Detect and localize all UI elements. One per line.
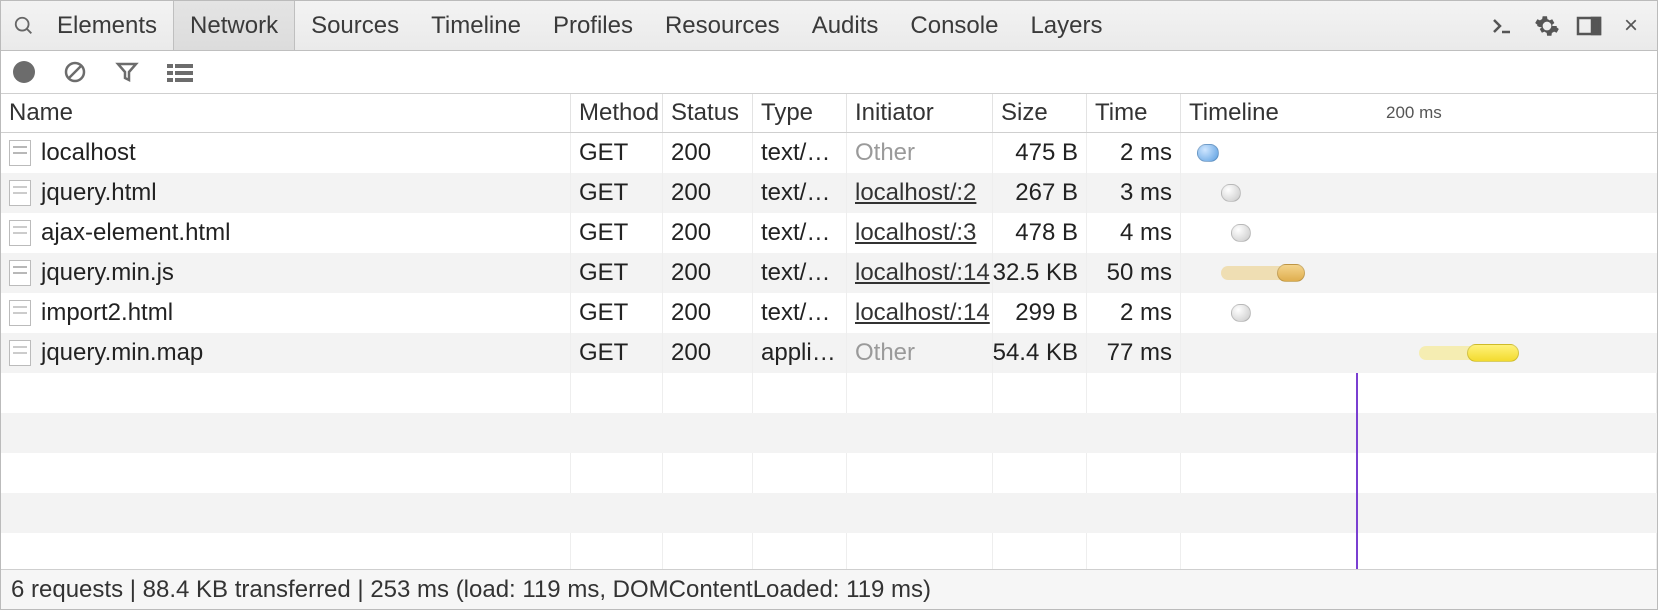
request-initiator[interactable]: localhost/:3 [847,213,993,253]
request-name: localhost [41,139,136,167]
settings-gear-icon[interactable] [1533,12,1561,40]
request-time: 2 ms [1087,133,1181,173]
request-method: GET [571,253,663,293]
request-type: appli… [753,333,847,373]
request-status: 200 [663,253,753,293]
col-time[interactable]: Time [1087,94,1181,132]
col-type[interactable]: Type [753,94,847,132]
request-status: 200 [663,333,753,373]
close-icon[interactable]: × [1617,12,1645,40]
clear-icon[interactable] [63,60,87,84]
request-type: text/… [753,173,847,213]
request-method: GET [571,133,663,173]
tab-network[interactable]: Network [173,1,295,50]
col-initiator[interactable]: Initiator [847,94,993,132]
request-method: GET [571,293,663,333]
tab-profiles[interactable]: Profiles [537,1,649,50]
request-status: 200 [663,213,753,253]
tab-console[interactable]: Console [894,1,1014,50]
tab-elements[interactable]: Elements [41,1,173,50]
record-icon[interactable] [13,61,35,83]
request-size: 54.4 KB [993,333,1087,373]
request-size: 32.5 KB [993,253,1087,293]
request-method: GET [571,213,663,253]
request-status: 200 [663,293,753,333]
request-timeline [1181,253,1657,293]
timeline-tick-label: 200 ms [1386,103,1442,123]
request-timeline [1181,133,1657,173]
col-size[interactable]: Size [993,94,1087,132]
request-initiator[interactable]: localhost/:14 [847,293,993,333]
request-initiator[interactable]: localhost/:2 [847,173,993,213]
request-status: 200 [663,173,753,213]
col-status[interactable]: Status [663,94,753,132]
table-row[interactable]: jquery.min.map GET200appli…Other54.4 KB77… [1,333,1657,373]
request-name: jquery.min.map [41,339,203,367]
tab-audits[interactable]: Audits [796,1,895,50]
request-time: 77 ms [1087,333,1181,373]
request-timeline [1181,293,1657,333]
request-size: 475 B [993,133,1087,173]
table-row[interactable]: import2.html GET200text/…localhost/:14299… [1,293,1657,333]
tab-sources[interactable]: Sources [295,1,415,50]
request-time: 50 ms [1087,253,1181,293]
request-timeline [1181,173,1657,213]
console-drawer-icon[interactable] [1491,12,1519,40]
request-method: GET [571,333,663,373]
col-timeline[interactable]: Timeline 200 ms [1181,94,1657,132]
request-time: 2 ms [1087,293,1181,333]
request-timeline [1181,213,1657,253]
dock-side-icon[interactable] [1575,12,1603,40]
request-initiator: Other [847,133,993,173]
filter-icon[interactable] [115,60,139,84]
table-row[interactable]: localhost GET200text/…Other475 B2 ms [1,133,1657,173]
tab-timeline[interactable]: Timeline [415,1,537,50]
request-name: jquery.html [41,179,157,207]
status-bar: 6 requests | 88.4 KB transferred | 253 m… [1,569,1657,609]
request-name: import2.html [41,299,173,327]
table-row[interactable]: jquery.html GET200text/…localhost/:2267 B… [1,173,1657,213]
network-toolbar [1,51,1657,93]
tab-layers[interactable]: Layers [1014,1,1118,50]
request-initiator: Other [847,333,993,373]
request-type: text/… [753,253,847,293]
table-row[interactable]: ajax-element.html GET200text/…localhost/:… [1,213,1657,253]
request-type: text/… [753,293,847,333]
tab-resources[interactable]: Resources [649,1,796,50]
request-name: jquery.min.js [41,259,174,287]
file-icon [9,340,31,366]
table-row[interactable]: jquery.min.js GET200text/…localhost/:1432… [1,253,1657,293]
col-name[interactable]: Name [1,94,571,132]
overview-icon[interactable] [167,62,193,82]
request-method: GET [571,173,663,213]
request-timeline [1181,333,1657,373]
devtools-tabbar: ElementsNetworkSourcesTimelineProfilesRe… [1,1,1657,51]
request-time: 3 ms [1087,173,1181,213]
request-type: text/… [753,133,847,173]
request-size: 299 B [993,293,1087,333]
request-initiator[interactable]: localhost/:14 [847,253,993,293]
col-method[interactable]: Method [571,94,663,132]
request-size: 478 B [993,213,1087,253]
table-header: Name Method Status Type Initiator Size T… [1,93,1657,133]
request-status: 200 [663,133,753,173]
file-icon [9,140,31,166]
file-icon [9,300,31,326]
file-icon [9,180,31,206]
file-icon [9,260,31,286]
request-size: 267 B [993,173,1087,213]
search-icon[interactable] [7,15,41,37]
request-name: ajax-element.html [41,219,230,247]
request-type: text/… [753,213,847,253]
file-icon [9,220,31,246]
request-time: 4 ms [1087,213,1181,253]
